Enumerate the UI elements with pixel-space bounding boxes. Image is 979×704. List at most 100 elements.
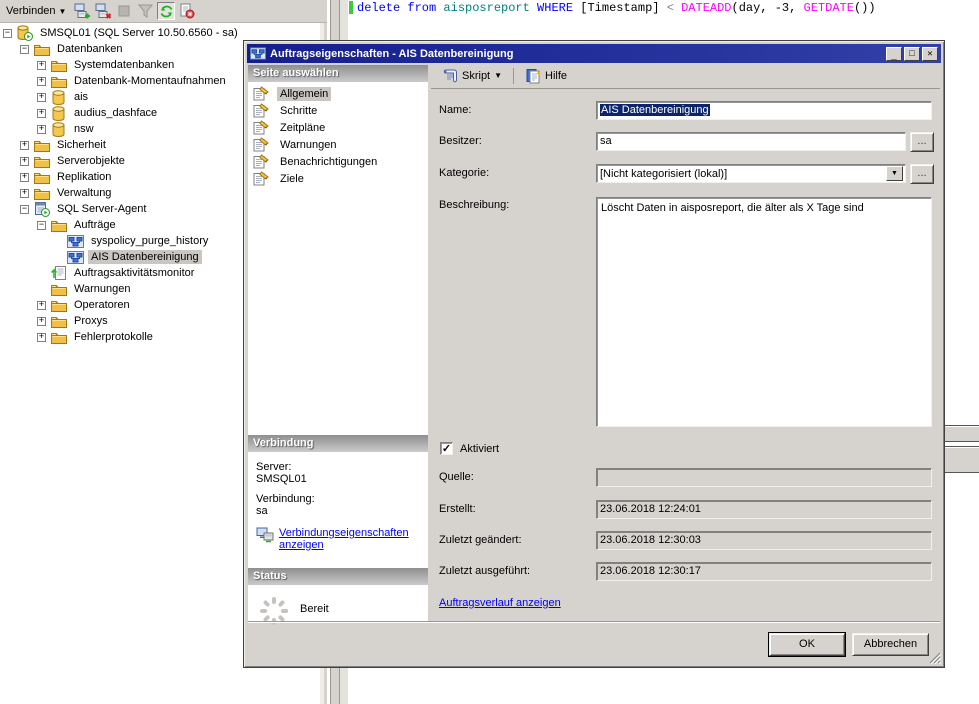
page-icon	[252, 137, 269, 153]
tree-expander-icon[interactable]: +	[20, 173, 29, 182]
created-field: 23.06.2018 12:24:01	[596, 500, 932, 519]
category-label: Kategorie:	[439, 167, 489, 179]
dialog-toolbar: Skript ▼ Hilfe	[431, 63, 940, 89]
folder-icon	[33, 153, 50, 169]
delete-script-icon[interactable]	[178, 2, 196, 20]
folder-icon	[33, 41, 50, 57]
sql-token	[530, 1, 537, 15]
page-item-label[interactable]: Schritte	[277, 104, 320, 118]
tree-item-label[interactable]: Auftragsaktivitätsmonitor	[71, 266, 197, 280]
help-button[interactable]: Hilfe	[521, 66, 571, 86]
connect-server-icon[interactable]	[73, 2, 91, 20]
db-icon	[50, 89, 67, 105]
chevron-down-icon: ▼	[59, 7, 67, 16]
tree-item-label[interactable]: audius_dashface	[71, 106, 160, 120]
tree-item-label[interactable]: Proxys	[71, 314, 111, 328]
tree-expander-icon[interactable]: +	[37, 301, 46, 310]
view-connection-properties-link[interactable]: Verbindungseigenschaften anzeigen	[279, 527, 411, 551]
script-icon	[442, 68, 458, 84]
tree-item-label[interactable]: Fehlerprotokolle	[71, 330, 156, 344]
connect-button[interactable]: Verbinden ▼	[2, 3, 70, 19]
sql-token: <	[667, 1, 674, 15]
page-item-label[interactable]: Warnungen	[277, 138, 339, 152]
description-textarea[interactable]: Löscht Daten in aisposreport, die älter …	[596, 197, 932, 427]
select-page-header: Seite auswählen	[248, 65, 428, 82]
enabled-checkbox[interactable]: ✓	[440, 442, 453, 455]
page-item-schritte[interactable]: Schritte	[248, 102, 428, 119]
status-header: Status	[248, 568, 428, 585]
tree-expander-icon[interactable]: +	[37, 317, 46, 326]
page-item-label[interactable]: Zeitpläne	[277, 121, 328, 135]
cancel-button[interactable]: Abbrechen	[852, 633, 929, 656]
resize-grip[interactable]	[928, 651, 941, 664]
tree-expander-icon[interactable]: −	[20, 45, 29, 54]
maximize-button[interactable]: □	[904, 47, 920, 61]
category-dropdown[interactable]: [Nicht kategorisiert (lokal)] ▼	[596, 164, 906, 183]
page-item-benachrichtigungen[interactable]: Benachrichtigungen	[248, 153, 428, 170]
tree-expander-icon[interactable]: +	[37, 93, 46, 102]
job-icon	[250, 47, 266, 61]
source-field	[596, 468, 932, 487]
tree-expander-icon[interactable]: +	[37, 61, 46, 70]
page-item-zeitpläne[interactable]: Zeitpläne	[248, 119, 428, 136]
server-value: SMSQL01	[256, 473, 422, 485]
tree-item-label[interactable]: Operatoren	[71, 298, 133, 312]
tree-expander-icon[interactable]: +	[20, 189, 29, 198]
dialog-titlebar[interactable]: Auftragseigenschaften - AIS Datenbereini…	[247, 44, 941, 63]
connection-block: Server: SMSQL01 Verbindung: sa Verbindun…	[248, 453, 428, 551]
owner-input[interactable]: sa	[596, 132, 906, 151]
tree-item-label[interactable]: Replikation	[54, 170, 114, 184]
source-label: Quelle:	[439, 471, 474, 483]
tree-item-label[interactable]: Sicherheit	[54, 138, 109, 152]
tree-item-label[interactable]: Systemdatenbanken	[71, 58, 177, 72]
tree-expander-icon[interactable]: +	[37, 125, 46, 134]
tree-expander-icon[interactable]: −	[3, 29, 12, 38]
tree-item-label[interactable]: Serverobjekte	[54, 154, 128, 168]
minimize-button[interactable]: _	[886, 47, 902, 61]
tree-expander-icon[interactable]: +	[20, 157, 29, 166]
tree-item-label[interactable]: nsw	[71, 122, 97, 136]
tree-item-label[interactable]: SMSQL01 (SQL Server 10.50.6560 - sa)	[37, 26, 241, 40]
ok-button[interactable]: OK	[769, 633, 845, 656]
tree-item-label[interactable]: Datenbank-Momentaufnahmen	[71, 74, 229, 88]
tree-item-label[interactable]: Aufträge	[71, 218, 119, 232]
tree-expander-icon[interactable]: +	[20, 141, 29, 150]
folder-icon	[50, 281, 67, 297]
tree-item-label[interactable]: AIS Datenbereinigung	[88, 250, 202, 264]
close-button[interactable]: ✕	[922, 47, 938, 61]
name-input[interactable]: AIS Datenbereinigung	[596, 101, 932, 120]
enabled-checkbox-label: Aktiviert	[460, 443, 499, 455]
page-item-allgemein[interactable]: Allgemein	[248, 85, 428, 102]
tree-item[interactable]: − SMSQL01 (SQL Server 10.50.6560 - sa)	[0, 25, 324, 41]
page-item-label[interactable]: Benachrichtigungen	[277, 155, 380, 169]
folder-icon	[50, 329, 67, 345]
view-job-history-link[interactable]: Auftragsverlauf anzeigen	[439, 597, 561, 609]
tree-item-label[interactable]: Warnungen	[71, 282, 133, 296]
page-item-ziele[interactable]: Ziele	[248, 170, 428, 187]
sql-query-text[interactable]: delete from aisposreport WHERE [Timestam…	[357, 1, 876, 15]
connection-header: Verbindung	[248, 435, 428, 452]
owner-browse-button[interactable]: ...	[910, 132, 934, 152]
tree-expander-icon[interactable]: −	[37, 221, 46, 230]
page-item-label[interactable]: Ziele	[277, 172, 307, 186]
script-button[interactable]: Skript ▼	[438, 66, 506, 86]
change-tracking-bar	[349, 1, 353, 14]
disconnect-server-icon[interactable]	[94, 2, 112, 20]
tree-item-label[interactable]: ais	[71, 90, 91, 104]
page-item-warnungen[interactable]: Warnungen	[248, 136, 428, 153]
tree-expander-icon[interactable]: −	[20, 205, 29, 214]
category-browse-button[interactable]: ...	[910, 164, 934, 184]
tree-expander-icon[interactable]: +	[37, 77, 46, 86]
tree-item-label[interactable]: Datenbanken	[54, 42, 125, 56]
created-label: Erstellt:	[439, 503, 476, 515]
page-item-label[interactable]: Allgemein	[277, 87, 331, 101]
tree-item-label[interactable]: Verwaltung	[54, 186, 114, 200]
tree-expander-icon[interactable]: +	[37, 333, 46, 342]
chevron-down-icon[interactable]: ▼	[886, 166, 903, 181]
owner-label: Besitzer:	[439, 135, 482, 147]
refresh-icon[interactable]	[157, 2, 175, 20]
status-block: Bereit	[248, 585, 428, 630]
tree-item-label[interactable]: syspolicy_purge_history	[88, 234, 211, 248]
tree-item-label[interactable]: SQL Server-Agent	[54, 202, 149, 216]
tree-expander-icon[interactable]: +	[37, 109, 46, 118]
